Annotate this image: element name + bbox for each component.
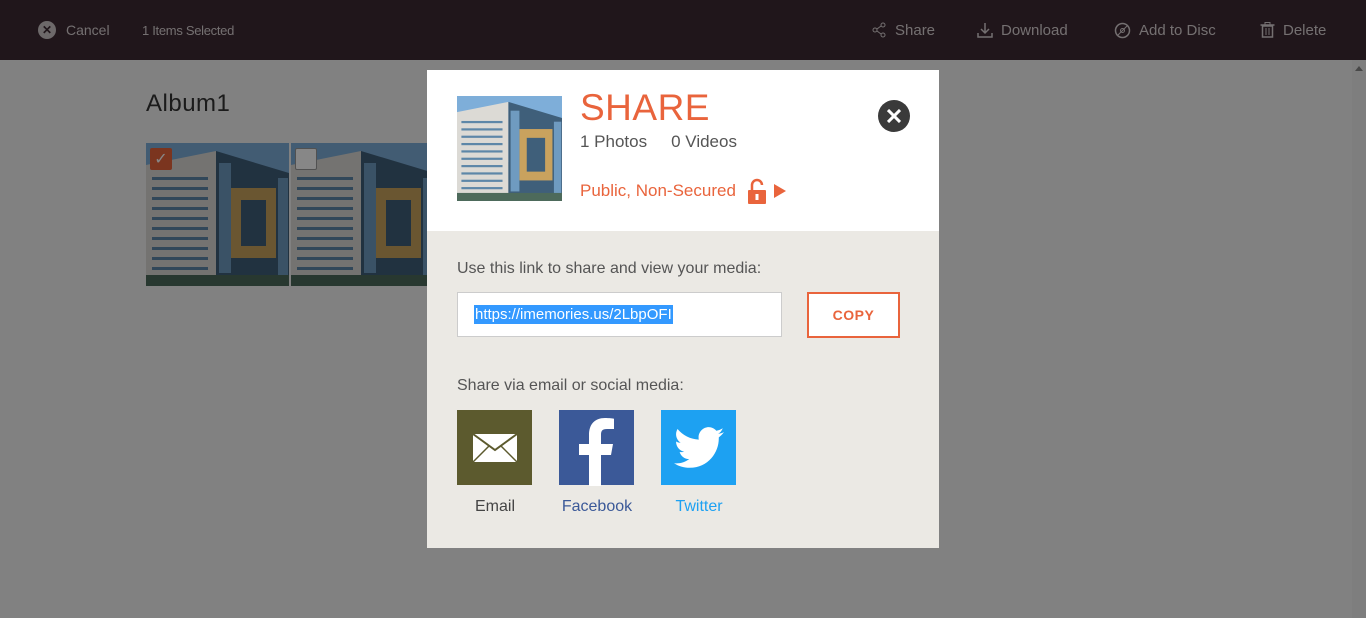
facebook-tile[interactable]: [559, 410, 634, 486]
media-counts: 1 Photos 0 Videos: [580, 132, 737, 152]
facebook-label: Facebook: [561, 498, 633, 515]
email-label: Email: [474, 498, 515, 515]
share-twitter-button[interactable]: Twitter: [661, 410, 737, 516]
close-dialog-button[interactable]: [878, 100, 910, 132]
email-tile[interactable]: [457, 410, 532, 485]
copy-button[interactable]: COPY: [807, 292, 900, 338]
share-link-label: Use this link to share and view your med…: [457, 260, 762, 277]
privacy-label: Public, Non-Secured: [580, 181, 736, 200]
shared-media-image: [457, 96, 562, 201]
share-facebook-button[interactable]: Facebook: [559, 410, 635, 516]
facebook-icon: [578, 417, 614, 486]
social-share-label: Share via email or social media:: [457, 377, 684, 394]
twitter-icon: [673, 426, 724, 468]
photos-count: 1 Photos: [580, 132, 648, 151]
twitter-tile[interactable]: [661, 410, 736, 485]
dialog-title: SHARE: [580, 87, 710, 128]
privacy-setting[interactable]: Public, Non-Secured: [580, 178, 786, 204]
share-link-field[interactable]: https://imemories.us/2LbpOFI: [457, 292, 782, 337]
close-icon: [887, 109, 901, 123]
envelope-icon: [471, 432, 518, 463]
twitter-label: Twitter: [675, 498, 723, 515]
play-arrow-icon: [773, 184, 786, 198]
shared-media-thumbnail: [457, 96, 562, 201]
lock-open-icon: [747, 178, 766, 204]
share-dialog-header: SHARE 1 Photos 0 Videos Public, Non-Secu…: [427, 70, 939, 231]
share-link-value: https://imemories.us/2LbpOFI: [474, 305, 673, 324]
videos-count: 0 Videos: [671, 132, 737, 151]
share-dialog: SHARE 1 Photos 0 Videos Public, Non-Secu…: [427, 70, 939, 548]
share-email-button[interactable]: Email: [457, 410, 533, 516]
